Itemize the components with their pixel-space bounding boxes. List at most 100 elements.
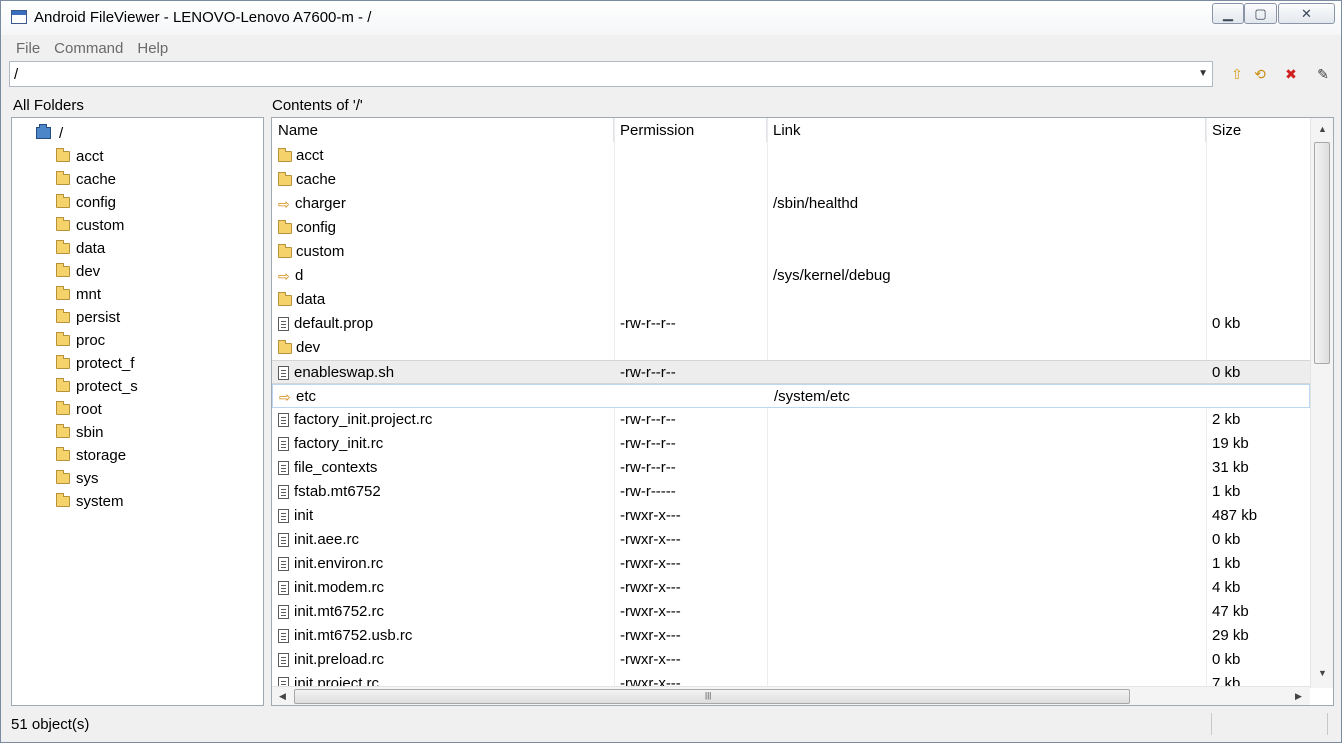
tree-item-acct[interactable]: acct (56, 146, 104, 166)
tree-item-sys[interactable]: sys (56, 468, 99, 488)
table-row[interactable]: init.mt6752.usb.rc -rwxr-x--- 29 kb (272, 624, 1310, 648)
menu-file[interactable]: File (9, 40, 47, 57)
tree-item-persist[interactable]: persist (56, 307, 120, 327)
file-icon (278, 557, 289, 571)
cell-permission: -rwxr-x--- (620, 627, 681, 644)
table-row[interactable]: cache (272, 168, 1310, 192)
file-icon (278, 437, 289, 451)
tree-item-label: proc (76, 331, 106, 349)
tree-root[interactable]: / (36, 123, 63, 143)
cell-size: 0 kb (1212, 651, 1241, 668)
scroll-up-icon[interactable]: ▲ (1318, 124, 1327, 134)
menu-help[interactable]: Help (130, 40, 175, 57)
cell-name: ⇨ etc (279, 385, 316, 409)
table-row[interactable]: ⇨ d/sys/kernel/debug (272, 264, 1310, 288)
tree-item-storage[interactable]: storage (56, 445, 126, 465)
horizontal-scroll-thumb[interactable]: ||| (294, 689, 1130, 704)
cell-name: data (278, 288, 325, 312)
file-name: file_contexts (294, 459, 378, 476)
table-row[interactable]: data (272, 288, 1310, 312)
path-combobox[interactable]: / ▼ (9, 61, 1213, 87)
table-row[interactable]: ⇨ etc/system/etc (272, 384, 1310, 408)
up-arrow-icon[interactable]: ⇧ (1228, 65, 1246, 83)
table-row[interactable]: init.aee.rc -rwxr-x--- 0 kb (272, 528, 1310, 552)
tree-item-protect_f[interactable]: protect_f (56, 353, 134, 373)
table-row[interactable]: config (272, 216, 1310, 240)
cell-size: 0 kb (1212, 315, 1241, 332)
table-row[interactable]: file_contexts -rw-r--r-- 31 kb (272, 456, 1310, 480)
cell-size: 0 kb (1212, 531, 1241, 548)
delete-icon[interactable]: ✖ (1282, 65, 1300, 83)
tree-item-system[interactable]: system (56, 491, 124, 511)
table-row[interactable]: acct (272, 144, 1310, 168)
refresh-icon[interactable]: ⟲ (1251, 65, 1269, 83)
tree-item-label: sbin (76, 423, 104, 441)
column-link[interactable]: Link (767, 118, 1206, 142)
tree-item-sbin[interactable]: sbin (56, 422, 104, 442)
tree-item-config[interactable]: config (56, 192, 116, 212)
column-permission[interactable]: Permission (614, 118, 767, 142)
minimize-button[interactable]: ▁ (1212, 3, 1244, 24)
table-row[interactable]: ⇨ charger/sbin/healthd (272, 192, 1310, 216)
close-button[interactable]: ✕ (1278, 3, 1335, 24)
tree-item-dev[interactable]: dev (56, 261, 100, 281)
table-row[interactable]: factory_init.project.rc -rw-r--r-- 2 kb (272, 408, 1310, 432)
table-row[interactable]: factory_init.rc -rw-r--r-- 19 kb (272, 432, 1310, 456)
column-size[interactable]: Size (1206, 118, 1310, 142)
chevron-down-icon[interactable]: ▼ (1198, 68, 1208, 79)
tree-item-data[interactable]: data (56, 238, 105, 258)
scroll-right-icon[interactable]: ▶ (1295, 691, 1302, 702)
tree-item-mnt[interactable]: mnt (56, 284, 101, 304)
cell-size: 0 kb (1212, 364, 1241, 381)
file-list: Name Permission Link Size acct cache ⇨ char… (271, 117, 1334, 706)
cell-permission: -rwxr-x--- (620, 555, 681, 572)
cell-link: /sys/kernel/debug (773, 267, 891, 284)
edit-icon[interactable]: ✎ (1314, 65, 1332, 83)
cell-permission: -rwxr-x--- (620, 603, 681, 620)
cell-name: factory_init.project.rc (278, 408, 432, 432)
cell-size: 2 kb (1212, 411, 1241, 428)
table-row[interactable]: init -rwxr-x--- 487 kb (272, 504, 1310, 528)
cell-size: 19 kb (1212, 435, 1249, 452)
table-row[interactable]: custom (272, 240, 1310, 264)
folder-icon (56, 469, 70, 484)
table-row[interactable]: enableswap.sh -rw-r--r-- 0 kb (272, 360, 1310, 384)
tree-item-label: sys (76, 469, 99, 487)
table-row[interactable]: init.environ.rc -rwxr-x--- 1 kb (272, 552, 1310, 576)
table-row[interactable]: init.preload.rc -rwxr-x--- 0 kb (272, 648, 1310, 672)
file-icon (278, 605, 289, 619)
cell-name: init.preload.rc (278, 648, 384, 672)
table-row[interactable]: init.modem.rc -rwxr-x--- 4 kb (272, 576, 1310, 600)
scroll-down-icon[interactable]: ▼ (1318, 668, 1327, 678)
link-arrow-icon: ⇨ (278, 196, 290, 212)
table-row[interactable]: default.prop -rw-r--r-- 0 kb (272, 312, 1310, 336)
maximize-button[interactable]: ▢ (1244, 3, 1277, 24)
tree-item-label: acct (76, 147, 104, 165)
cell-name: cache (278, 168, 336, 192)
menu-command[interactable]: Command (47, 40, 130, 57)
table-row[interactable]: fstab.mt6752 -rw-r----- 1 kb (272, 480, 1310, 504)
tree-item-label: cache (76, 170, 117, 188)
path-input[interactable]: / (14, 66, 18, 83)
tree-item-root[interactable]: root (56, 399, 102, 419)
column-name[interactable]: Name (272, 118, 614, 142)
file-name: init.aee.rc (294, 531, 360, 548)
folder-icon (56, 331, 70, 346)
table-row[interactable]: dev (272, 336, 1310, 360)
tree-item-label: data (76, 239, 106, 257)
scroll-left-icon[interactable]: ◀ (279, 691, 286, 702)
tree-item-custom[interactable]: custom (56, 215, 124, 235)
file-name: etc (296, 388, 317, 405)
vertical-scroll-thumb[interactable] (1314, 142, 1330, 364)
cell-permission: -rw-r--r-- (620, 411, 676, 428)
table-row[interactable]: init.mt6752.rc -rwxr-x--- 47 kb (272, 600, 1310, 624)
cell-name: config (278, 216, 336, 240)
horizontal-scrollbar[interactable]: ◀ ||| ▶ (272, 686, 1310, 705)
tree-item-proc[interactable]: proc (56, 330, 105, 350)
tree-item-protect_s[interactable]: protect_s (56, 376, 138, 396)
tree-item-cache[interactable]: cache (56, 169, 116, 189)
file-name: init.mt6752.usb.rc (294, 627, 413, 644)
cell-name: custom (278, 240, 344, 264)
vertical-scrollbar[interactable]: ▲ ▼ (1310, 118, 1333, 688)
cell-permission: -rw-r--r-- (620, 364, 676, 381)
